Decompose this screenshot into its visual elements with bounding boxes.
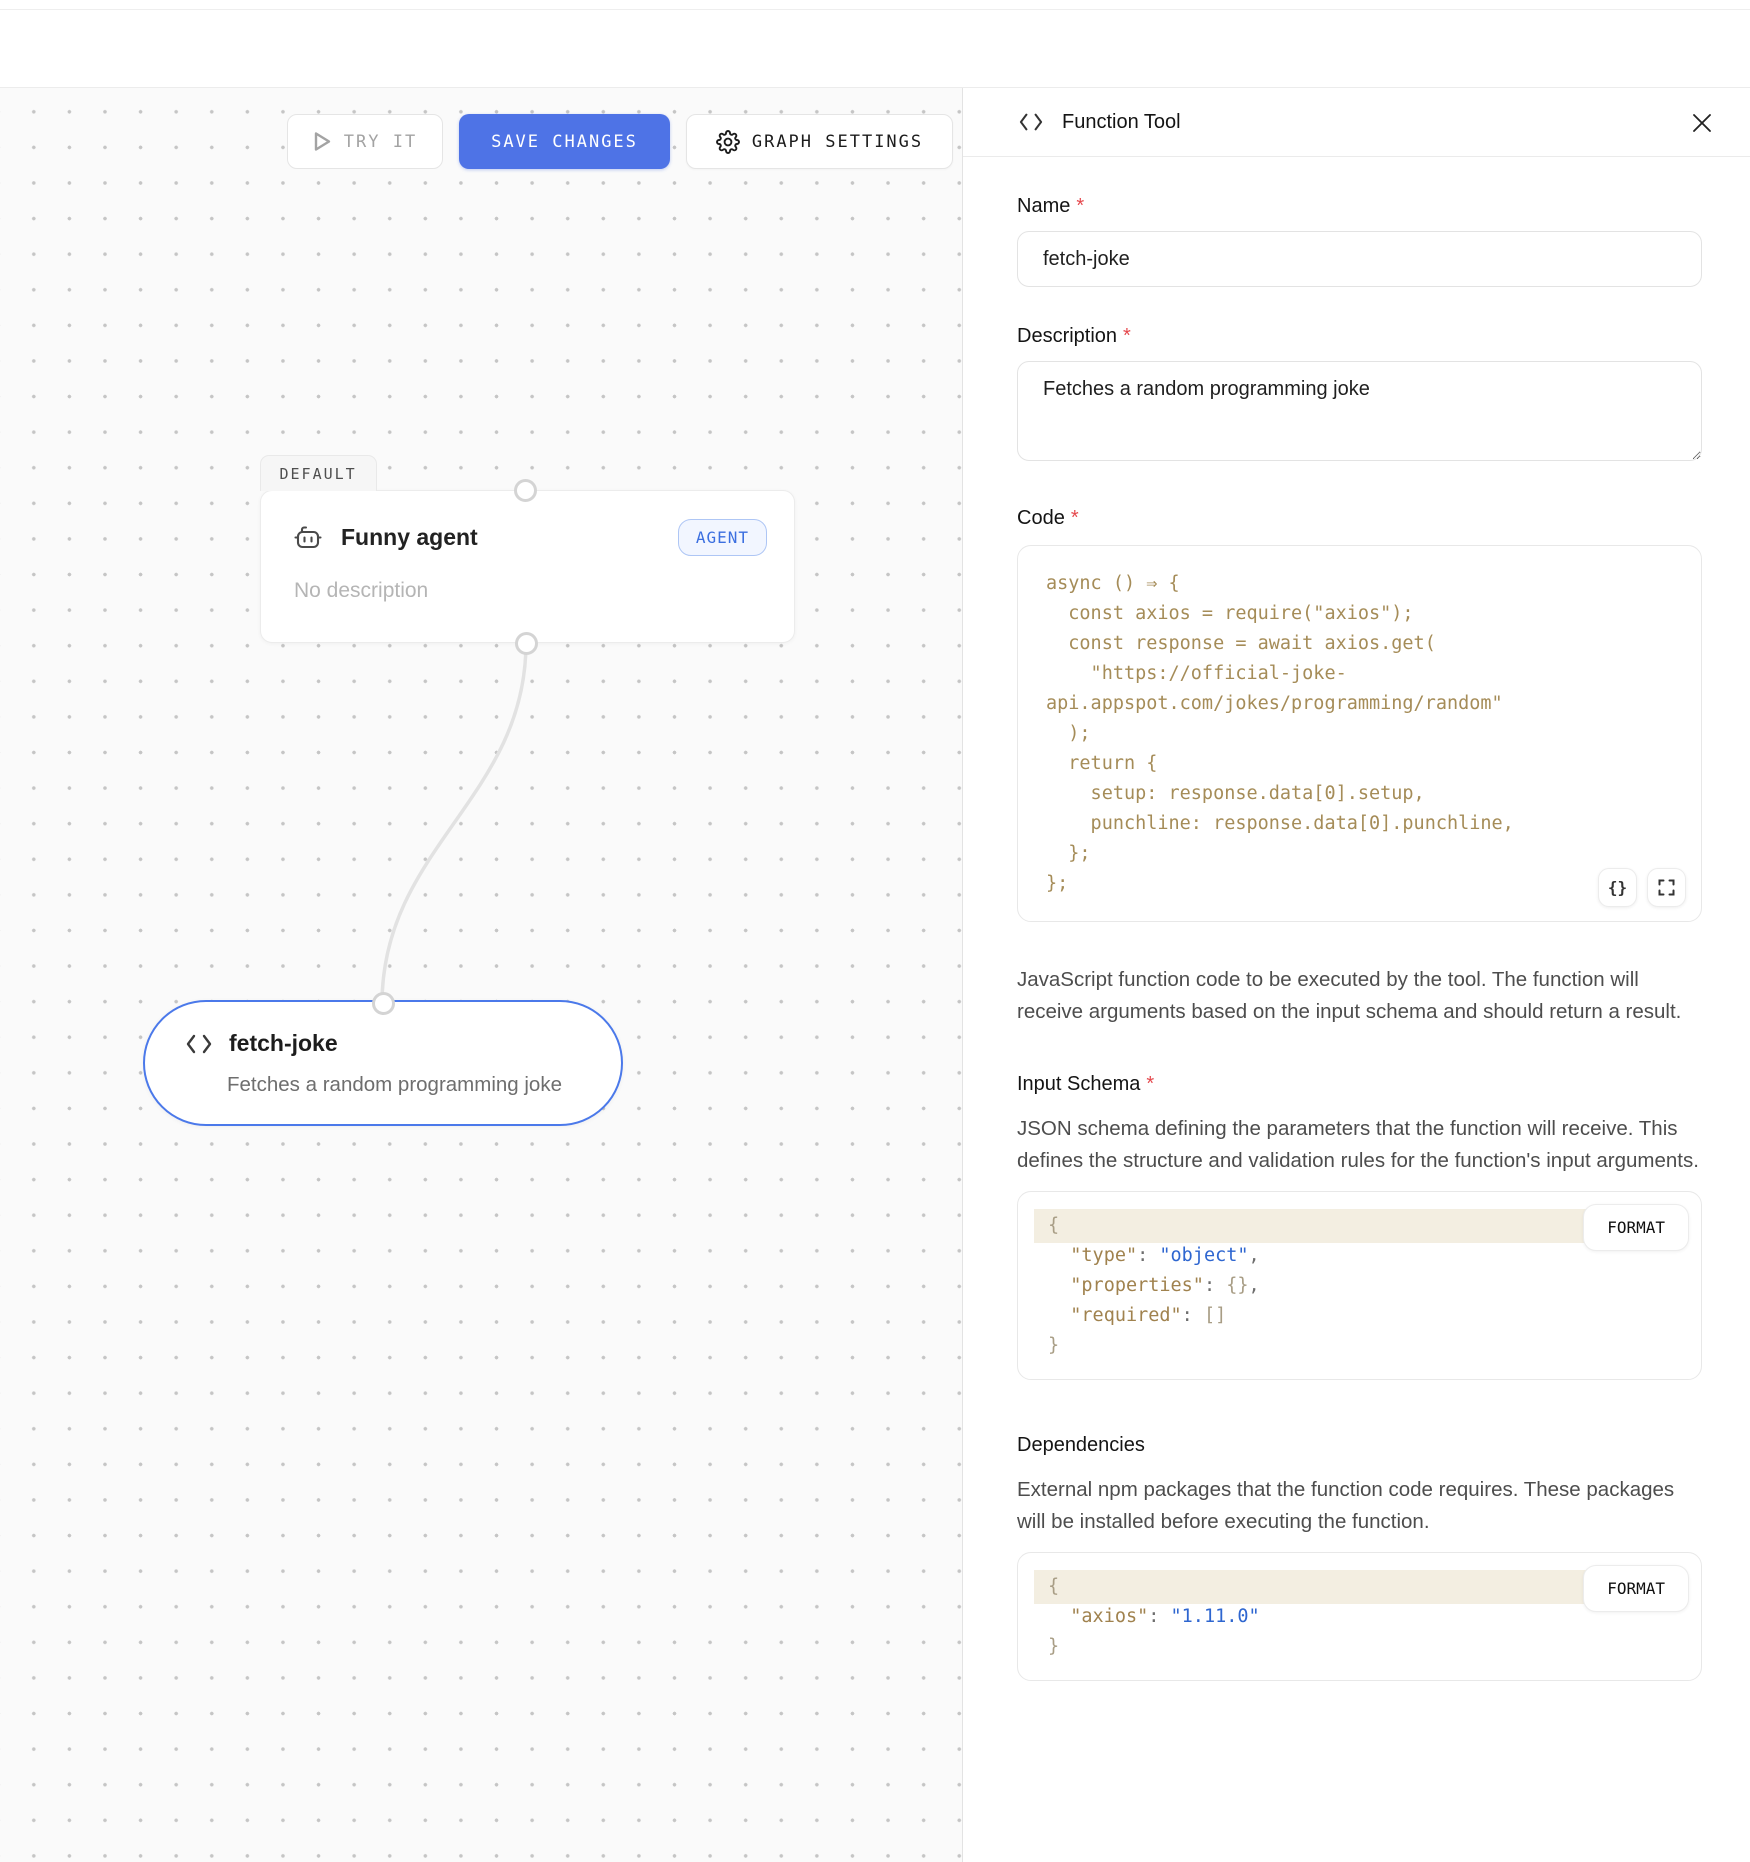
code-line: } bbox=[1034, 1331, 1685, 1361]
dependencies-label: Dependencies bbox=[1017, 1434, 1702, 1457]
description-textarea[interactable]: Fetches a random programming joke bbox=[1017, 361, 1702, 461]
required-asterisk: * bbox=[1071, 507, 1079, 529]
agent-node-title: Funny agent bbox=[341, 524, 478, 551]
edge-layer bbox=[0, 88, 962, 1862]
tool-node-title: fetch-joke bbox=[229, 1030, 338, 1057]
tool-node-header: fetch-joke bbox=[185, 1030, 338, 1057]
tool-node-fetch-joke[interactable]: fetch-joke Fetches a random programming … bbox=[143, 1000, 623, 1126]
dependencies-editor[interactable]: FORMAT { "axios": "1.11.0"} bbox=[1017, 1552, 1702, 1681]
code-line: "https://official-joke- bbox=[1046, 659, 1681, 689]
agent-type-badge: AGENT bbox=[678, 519, 767, 556]
agent-top-connector[interactable] bbox=[514, 479, 537, 502]
required-asterisk: * bbox=[1123, 325, 1131, 347]
code-line: async () ⇒ { bbox=[1046, 569, 1681, 599]
name-input[interactable] bbox=[1017, 231, 1702, 287]
try-it-label: TRY IT bbox=[344, 132, 417, 152]
agent-tab-label: DEFAULT bbox=[280, 465, 357, 483]
input-schema-help-text: JSON schema defining the parameters that… bbox=[1017, 1113, 1702, 1177]
code-line: const response = await axios.get( bbox=[1046, 629, 1681, 659]
graph-canvas[interactable]: TRY IT SAVE CHANGES GRAPH SETTINGS DEFAU… bbox=[0, 88, 962, 1862]
robot-icon bbox=[293, 523, 323, 553]
close-panel-button[interactable] bbox=[1685, 106, 1719, 140]
code-brackets-icon bbox=[1018, 111, 1044, 133]
agent-bottom-connector[interactable] bbox=[515, 632, 538, 655]
tool-top-connector[interactable] bbox=[372, 992, 395, 1015]
code-label: Code* bbox=[1017, 507, 1702, 530]
code-help-text: JavaScript function code to be executed … bbox=[1017, 964, 1702, 1028]
name-label: Name* bbox=[1017, 195, 1702, 218]
dependencies-help-text: External npm packages that the function … bbox=[1017, 1474, 1702, 1538]
tool-node-description: Fetches a random programming joke bbox=[227, 1073, 562, 1097]
fullscreen-button[interactable] bbox=[1647, 868, 1686, 907]
graph-settings-button[interactable]: GRAPH SETTINGS bbox=[686, 114, 953, 169]
panel-title: Function Tool bbox=[1062, 111, 1181, 134]
required-asterisk: * bbox=[1146, 1073, 1154, 1095]
function-tool-panel: Function Tool Name* Description* Fetches… bbox=[962, 88, 1750, 1862]
play-icon bbox=[313, 131, 332, 152]
save-changes-button[interactable]: SAVE CHANGES bbox=[459, 114, 670, 169]
panel-header: Function Tool bbox=[963, 88, 1750, 157]
agent-node-graph-tab[interactable]: DEFAULT bbox=[260, 455, 377, 491]
braces-button[interactable]: {} bbox=[1598, 868, 1637, 907]
code-line: return { bbox=[1046, 749, 1681, 779]
input-schema-editor[interactable]: FORMAT { "type": "object", "properties":… bbox=[1017, 1191, 1702, 1380]
code-line: } bbox=[1034, 1632, 1685, 1662]
format-button[interactable]: FORMAT bbox=[1583, 1204, 1689, 1251]
edge-agent-to-tool bbox=[382, 643, 526, 1004]
code-brackets-icon bbox=[185, 1032, 213, 1056]
description-label: Description* bbox=[1017, 325, 1702, 348]
code-line: api.appspot.com/jokes/programming/random… bbox=[1046, 689, 1681, 719]
gear-icon bbox=[716, 130, 740, 154]
code-editor[interactable]: {} async () ⇒ { const axios = require("a… bbox=[1017, 545, 1702, 922]
canvas-toolbar: TRY IT SAVE CHANGES GRAPH SETTINGS bbox=[287, 114, 953, 169]
input-schema-label: Input Schema* bbox=[1017, 1073, 1702, 1096]
code-line: "properties": {}, bbox=[1034, 1271, 1685, 1301]
code-line: punchline: response.data[0].punchline, bbox=[1046, 809, 1681, 839]
agent-node-description: No description bbox=[294, 579, 428, 603]
code-line: ); bbox=[1046, 719, 1681, 749]
code-editor-actions: {} bbox=[1598, 868, 1686, 907]
agent-node-header: Funny agent AGENT bbox=[293, 519, 767, 556]
graph-settings-label: GRAPH SETTINGS bbox=[752, 132, 923, 152]
code-line: }; bbox=[1046, 869, 1681, 899]
code-line: const axios = require("axios"); bbox=[1046, 599, 1681, 629]
required-asterisk: * bbox=[1076, 195, 1084, 217]
agent-node[interactable]: DEFAULT Funny agent AGENT No description bbox=[260, 490, 795, 643]
panel-content: Name* Description* Fetches a random prog… bbox=[963, 157, 1750, 1681]
top-hairline bbox=[0, 9, 1750, 10]
top-header-bar bbox=[0, 0, 1750, 88]
format-button[interactable]: FORMAT bbox=[1583, 1565, 1689, 1612]
code-line: "required": [] bbox=[1034, 1301, 1685, 1331]
code-line: setup: response.data[0].setup, bbox=[1046, 779, 1681, 809]
code-line: }; bbox=[1046, 839, 1681, 869]
try-it-button[interactable]: TRY IT bbox=[287, 114, 443, 169]
save-changes-label: SAVE CHANGES bbox=[491, 132, 638, 152]
